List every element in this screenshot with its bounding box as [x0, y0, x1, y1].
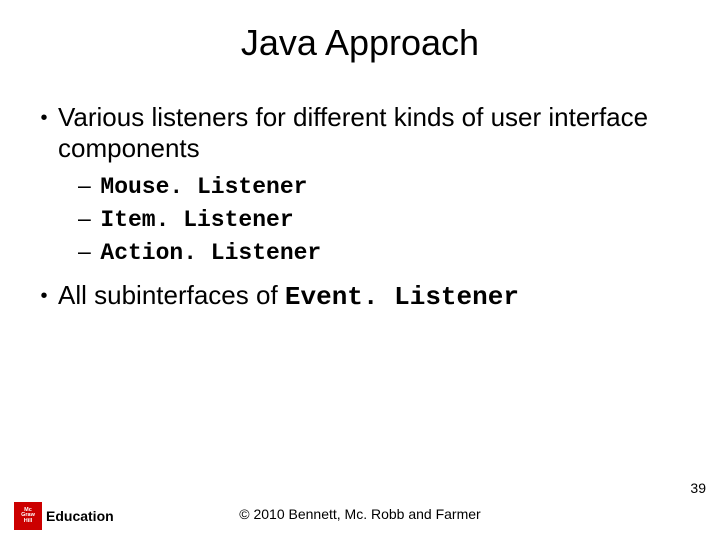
slide-title: Java Approach: [0, 0, 720, 64]
dash-icon: –: [78, 170, 94, 201]
sub-bullet-code: Item. Listener: [100, 207, 293, 233]
dash-icon: –: [78, 236, 94, 267]
publisher-logo: Mc Graw Hill Education: [14, 502, 114, 530]
sub-bullet-item: – Mouse. Listener: [78, 170, 690, 203]
sub-bullet-code: Mouse. Listener: [100, 174, 307, 200]
sub-bullet-list: – Mouse. Listener – Item. Listener – Act…: [30, 170, 690, 269]
page-number: 39: [690, 480, 706, 496]
slide: Java Approach • Various listeners for di…: [0, 0, 720, 540]
slide-content: • Various listeners for different kinds …: [0, 64, 720, 313]
mcgraw-hill-icon: Mc Graw Hill: [14, 502, 42, 530]
bullet-dot-icon: •: [30, 280, 58, 313]
bullet-item-1: • Various listeners for different kinds …: [30, 102, 690, 164]
logo-line: Hill: [24, 519, 33, 525]
bullet-item-2: • All subinterfaces of Event. Listener: [30, 280, 690, 313]
sub-bullet-item: – Action. Listener: [78, 236, 690, 269]
bullet-text: Various listeners for different kinds of…: [58, 102, 690, 164]
bullet-text-prefix: All subinterfaces of: [58, 280, 285, 310]
bullet-text-code: Event. Listener: [285, 282, 519, 312]
dash-icon: –: [78, 203, 94, 234]
logo-text: Education: [46, 508, 114, 524]
sub-bullet-code: Action. Listener: [100, 240, 321, 266]
bullet-dot-icon: •: [30, 102, 58, 164]
bullet-text: All subinterfaces of Event. Listener: [58, 280, 690, 313]
sub-bullet-item: – Item. Listener: [78, 203, 690, 236]
